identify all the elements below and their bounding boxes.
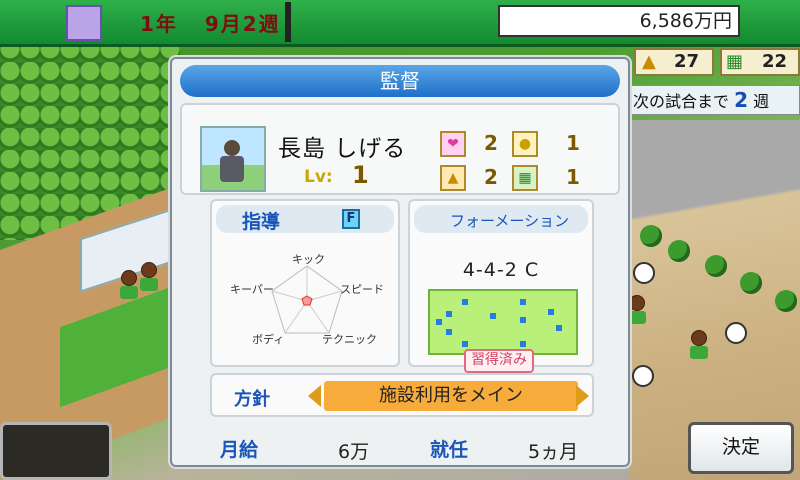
next-match-counter: 次の試合まで 2 週: [628, 85, 800, 115]
player-sprite: [628, 295, 646, 324]
player-dot: [556, 325, 562, 331]
radar-label-technique: テクニック: [322, 333, 377, 346]
player-dot: [520, 341, 526, 347]
formation-value: 4-4-2 C: [462, 259, 540, 281]
stat-chip-b-value: 22: [762, 51, 788, 72]
next-match-unit: 週: [753, 92, 770, 111]
radar-label-speed: スピード: [340, 283, 384, 296]
radar-label-keeper: キーパー: [230, 283, 274, 296]
player-dot: [520, 317, 526, 323]
radar-label-body: ボディ: [252, 333, 285, 346]
player-dot: [462, 299, 468, 305]
coach-portrait: [200, 126, 266, 192]
stat-heart-value: 2: [484, 131, 498, 155]
calendar-icon[interactable]: [66, 5, 102, 41]
cone-icon: ▲: [642, 51, 656, 72]
policy-select[interactable]: 施設利用をメイン: [324, 381, 578, 411]
coach-name: 長島 しげる: [278, 136, 407, 162]
field-icon: ▦: [726, 51, 744, 72]
player-dot: [462, 341, 468, 347]
level-value: 1: [352, 161, 369, 189]
learned-badge: 習得済み: [464, 349, 534, 373]
formation-header: フォーメーション: [414, 205, 588, 233]
field-icon: ▦: [512, 165, 538, 191]
ball-icon: [725, 322, 747, 344]
money-display: 6,586万円: [498, 5, 740, 37]
salary-value: 6万: [338, 441, 370, 463]
player-sprite: [690, 330, 708, 359]
coach-dialog: 監督 長島 しげる Lv: 1 ❤ 2 ● 1 ▲ 2 ▦ 1 指導 F キック…: [170, 57, 630, 467]
date-display: 1年 9月2週: [140, 8, 281, 37]
policy-prev-arrow-icon[interactable]: [308, 385, 321, 407]
player-dot: [446, 311, 452, 317]
player-dot: [436, 319, 442, 325]
top-hud: 1年 9月2週 6,586万円: [0, 0, 800, 47]
bulb-icon: ●: [512, 131, 538, 157]
stat-field-value: 1: [566, 165, 580, 189]
ball-icon: [633, 262, 655, 284]
coaching-panel: 指導 F キック スピード テクニック ボディ キーパー: [210, 199, 400, 367]
formation-panel[interactable]: フォーメーション 4-4-2 C 習得済み: [408, 199, 594, 373]
player-dot: [490, 313, 496, 319]
tree: [640, 225, 662, 247]
formation-label: フォーメーション: [450, 212, 570, 230]
policy-label: 方針: [234, 389, 270, 410]
next-match-weeks: 2: [734, 88, 749, 112]
tenure-value: 5ヵ月: [528, 441, 579, 463]
hud-divider: [285, 2, 291, 42]
coaching-label: 指導: [242, 211, 281, 233]
dialog-title: 監督: [180, 65, 620, 97]
policy-next-arrow-icon[interactable]: [576, 385, 589, 407]
player-sprite: [120, 270, 138, 299]
date-month: 9月: [204, 12, 243, 36]
policy-row: 方針 施設利用をメイン: [210, 373, 594, 417]
player-dot: [548, 309, 554, 315]
formation-pitch: [428, 289, 578, 355]
cone-icon: ▲: [440, 165, 466, 191]
stat-chip-b: ▦ 22: [720, 48, 800, 76]
stat-cone-value: 2: [484, 165, 498, 189]
player-sprite: [140, 262, 158, 291]
salary-label: 月給: [220, 439, 259, 461]
message-box: [0, 422, 112, 480]
tree: [668, 240, 690, 262]
tree: [740, 272, 762, 294]
coaching-header: 指導 F: [216, 205, 394, 233]
stat-chip-a-value: 27: [674, 51, 700, 72]
ball-icon: [632, 365, 654, 387]
heart-icon: ❤: [440, 131, 466, 157]
stat-chip-a: ▲ 27: [634, 48, 714, 76]
coaching-grade: F: [342, 209, 360, 229]
tree: [775, 290, 797, 312]
radar-label-kick: キック: [292, 253, 325, 266]
date-week: 2週: [242, 12, 281, 36]
player-dot: [446, 329, 452, 335]
next-match-label: 次の試合まで: [633, 92, 730, 111]
decide-button[interactable]: 決定: [688, 422, 794, 474]
player-dot: [520, 299, 526, 305]
level-label: Lv:: [304, 167, 333, 187]
tenure-label: 就任: [430, 439, 469, 461]
tree: [705, 255, 727, 277]
radar-chart: [271, 265, 343, 334]
stat-bulb-value: 1: [566, 131, 580, 155]
date-year: 1年: [140, 12, 178, 36]
